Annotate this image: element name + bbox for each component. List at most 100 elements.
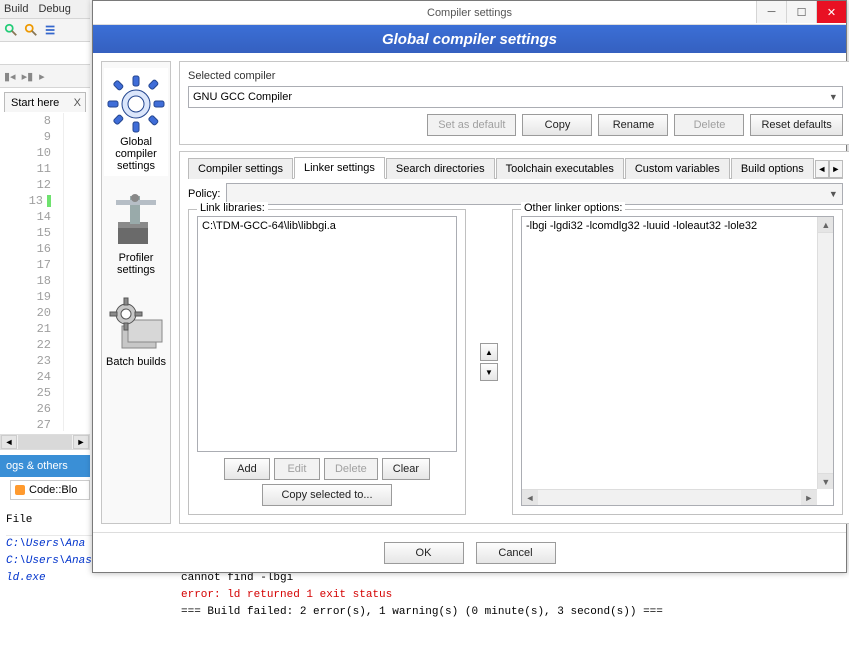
profiler-icon <box>104 188 168 252</box>
link-libraries-label: Link libraries: <box>197 202 268 214</box>
list-item[interactable]: C:\TDM-GCC-64\lib\libbgi.a <box>202 220 452 232</box>
scroll-right-icon[interactable]: ► <box>73 435 89 449</box>
nav-prev-icon[interactable]: ▮◂ <box>4 70 16 83</box>
reorder-buttons: ▲ ▼ <box>480 343 498 381</box>
line-number: 21 <box>0 321 51 337</box>
dialog-footer: OK Cancel <box>93 532 846 572</box>
minimize-button[interactable]: ─ <box>756 1 786 23</box>
tab-custom-variables[interactable]: Custom variables <box>625 158 730 179</box>
scroll-right-icon[interactable]: ► <box>801 490 817 506</box>
line-number: 23 <box>0 353 51 369</box>
move-down-button[interactable]: ▼ <box>480 363 498 381</box>
scroll-left-icon[interactable]: ◄ <box>1 435 17 449</box>
copy-button[interactable]: Copy <box>522 114 592 136</box>
tabbed-area: Compiler settingsLinker settingsSearch d… <box>179 151 849 524</box>
tab-search-directories[interactable]: Search directories <box>386 158 495 179</box>
selected-compiler-label: Selected compiler <box>188 70 843 82</box>
category-batch-builds[interactable]: Batch builds <box>104 288 168 372</box>
dialog-banner: Global compiler settings <box>93 25 846 53</box>
log-line: error: ld returned 1 exit status <box>6 587 843 604</box>
clear-button[interactable]: Clear <box>382 458 430 480</box>
rename-button[interactable]: Rename <box>598 114 668 136</box>
line-number: 19 <box>0 289 51 305</box>
category-label: Profiler settings <box>104 252 168 276</box>
toolbar-nav: ▮◂ ▸▮ ▸ <box>0 64 90 88</box>
selected-compiler-combo[interactable]: GNU GCC Compiler ▼ <box>188 86 843 108</box>
close-icon[interactable]: X <box>74 97 81 109</box>
gear-icon <box>104 72 168 136</box>
line-number: 16 <box>0 241 51 257</box>
scroll-thumb[interactable] <box>18 435 72 449</box>
line-number: 11 <box>0 161 51 177</box>
tab-label: Code::Blo <box>29 484 77 496</box>
settings-icon[interactable] <box>44 23 58 37</box>
nav-next-icon[interactable]: ▸▮ <box>22 70 34 83</box>
settings-tabs: Compiler settingsLinker settingsSearch d… <box>188 156 843 179</box>
edit-button: Edit <box>274 458 320 480</box>
zoom-in-icon[interactable] <box>4 23 18 37</box>
scroll-left-icon[interactable]: ◄ <box>522 490 538 506</box>
line-number: 27 <box>0 417 51 433</box>
maximize-button[interactable]: ☐ <box>786 1 816 23</box>
link-libraries-list[interactable]: C:\TDM-GCC-64\lib\libbgi.a <box>197 216 457 452</box>
dialog-title: Compiler settings <box>427 7 512 19</box>
menu-debug[interactable]: Debug <box>38 3 70 15</box>
scroll-down-icon[interactable]: ▼ <box>818 473 834 489</box>
editor-hscrollbar[interactable]: ◄ ► <box>0 434 90 450</box>
line-number: 17 <box>0 257 51 273</box>
tab-linker-settings[interactable]: Linker settings <box>294 157 385 179</box>
selected-compiler-group: Selected compiler GNU GCC Compiler ▼ Set… <box>179 61 849 145</box>
textarea-hscrollbar[interactable]: ◄ ► <box>522 489 817 505</box>
line-number: 15 <box>0 225 51 241</box>
close-button[interactable]: ✕ <box>816 1 846 23</box>
move-up-button[interactable]: ▲ <box>480 343 498 361</box>
menu-strip: Build Debug <box>0 0 90 18</box>
nav-last-icon[interactable]: ▸ <box>39 70 45 83</box>
line-number: 20 <box>0 305 51 321</box>
tab-logs-others[interactable]: ogs & others <box>0 455 90 477</box>
scroll-up-icon[interactable]: ▲ <box>818 217 834 233</box>
line-gutter: 89101112131415161718192021222324252627 <box>0 113 64 431</box>
category-panel: Global compiler settings Profiler settin… <box>101 61 171 524</box>
line-number: 12 <box>0 177 51 193</box>
chevron-down-icon: ▼ <box>829 189 838 199</box>
reset-defaults-button[interactable]: Reset defaults <box>750 114 842 136</box>
tab-compiler-settings[interactable]: Compiler settings <box>188 158 293 179</box>
codeblocks-icon <box>15 485 25 495</box>
other-linker-fieldset: Other linker options: -lbgi -lgdi32 -lco… <box>512 209 843 515</box>
line-number: 14 <box>0 209 51 225</box>
other-linker-textarea[interactable]: -lbgi -lgdi32 -lcomdlg32 -luuid -loleaut… <box>521 216 834 506</box>
line-number: 18 <box>0 273 51 289</box>
cancel-button[interactable]: Cancel <box>476 542 556 564</box>
textarea-value: -lbgi -lgdi32 -lcomdlg32 -luuid -loleaut… <box>526 220 757 232</box>
copy-selected-button[interactable]: Copy selected to... <box>262 484 392 506</box>
line-number: 9 <box>0 129 51 145</box>
tab-build-options[interactable]: Build options <box>731 158 814 179</box>
combo-value: GNU GCC Compiler <box>193 91 292 103</box>
tab-start-here[interactable]: Start here X <box>4 92 86 112</box>
add-button[interactable]: Add <box>224 458 270 480</box>
ok-button[interactable]: OK <box>384 542 464 564</box>
category-label: Batch builds <box>106 356 166 368</box>
delete-button: Delete <box>674 114 744 136</box>
line-number: 10 <box>0 145 51 161</box>
tab-scroll-right-icon[interactable]: ► <box>829 160 843 178</box>
tab-codeblocks[interactable]: Code::Blo <box>10 480 90 500</box>
batch-icon <box>104 292 168 356</box>
line-number: 22 <box>0 337 51 353</box>
delete-lib-button: Delete <box>324 458 378 480</box>
zoom-out-icon[interactable] <box>24 23 38 37</box>
line-number: 13 <box>0 193 51 209</box>
category-global-compiler[interactable]: Global compiler settings <box>104 68 168 176</box>
tab-scroll-left-icon[interactable]: ◄ <box>815 160 829 178</box>
menu-build[interactable]: Build <box>4 3 28 15</box>
category-profiler[interactable]: Profiler settings <box>104 184 168 280</box>
link-libraries-fieldset: Link libraries: C:\TDM-GCC-64\lib\libbgi… <box>188 209 466 515</box>
tab-toolchain-executables[interactable]: Toolchain executables <box>496 158 624 179</box>
line-number: 25 <box>0 385 51 401</box>
line-number: 26 <box>0 401 51 417</box>
policy-label: Policy: <box>188 188 220 200</box>
dialog-titlebar[interactable]: Compiler settings ─ ☐ ✕ <box>93 1 846 25</box>
compiler-settings-dialog: Compiler settings ─ ☐ ✕ Global compiler … <box>92 0 847 573</box>
textarea-vscrollbar[interactable]: ▲ ▼ <box>817 217 833 489</box>
